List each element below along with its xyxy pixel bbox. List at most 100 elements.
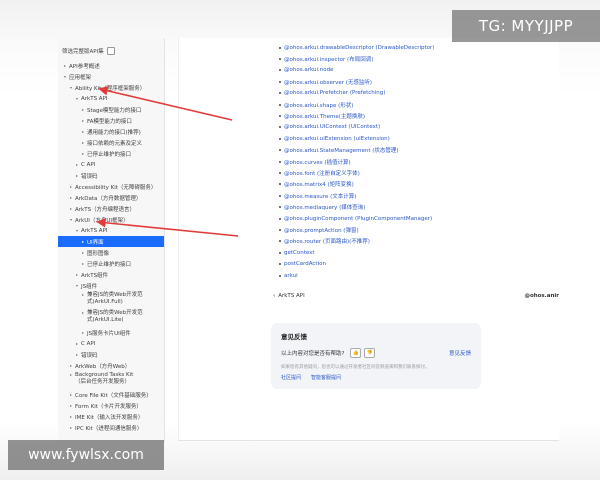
- api-link: @ohos.pluginComponent (PluginComponentMa…: [284, 215, 433, 222]
- sidebar-tree-item[interactable]: ▾ 应用框架: [58, 71, 164, 82]
- sidebar-tree-item[interactable]: ▸ Core File Kit（文件基础服务）: [58, 389, 164, 400]
- feedback-title: 意见反馈: [281, 333, 307, 341]
- api-list-item[interactable]: @ohos.arkui.uiExtension (uiExtension): [279, 133, 434, 144]
- api-list-item[interactable]: getContext: [279, 247, 434, 258]
- community-question-link[interactable]: 社区提问: [281, 374, 301, 381]
- sidebar-tree-label: Ability Kit（程序框架服务）: [75, 85, 146, 92]
- thumb-up-icon[interactable]: 👍: [350, 348, 362, 358]
- api-link: @ohos.measure (文本计算): [284, 193, 357, 200]
- api-list-item[interactable]: @ohos.arkui.UIContext (UIContext): [279, 122, 434, 133]
- api-list-item[interactable]: @ohos.matrix4 (矩阵变换): [279, 179, 434, 190]
- api-link: @ohos.mediaquery (媒体查询): [284, 205, 366, 212]
- sidebar-tree-label: 兼容JS的类Web开发范式(ArkUI.Full): [87, 292, 143, 305]
- sidebar-tree-label: UI界面: [87, 239, 104, 246]
- api-link: @ohos.arkui.inspector (布局回调): [284, 57, 374, 64]
- sidebar-tree-item[interactable]: ▸ C API: [58, 338, 164, 349]
- bullet-icon: [279, 263, 281, 266]
- sidebar-tree-item[interactable]: ▸ API参考概述: [58, 60, 164, 71]
- api-link: @ohos.matrix4 (矩阵变换): [284, 182, 354, 189]
- prev-link[interactable]: ‹ ArkTS API: [273, 293, 305, 299]
- sidebar-tree-item[interactable]: ▸ 已停止维护的接口: [58, 258, 164, 269]
- sidebar-tree-item[interactable]: ▸ C API: [58, 159, 164, 170]
- sidebar-tree-item[interactable]: ▸ 图形图像: [58, 247, 164, 258]
- api-list-item[interactable]: @ohos.mediaquery (媒体查询): [279, 201, 434, 212]
- next-link[interactable]: @ohos.anir: [524, 293, 559, 299]
- bullet-icon: [279, 206, 281, 209]
- feedback-question: 以上内容对您是否有帮助?: [281, 351, 345, 357]
- api-list-item[interactable]: @ohos.arkui.StateManagement (状态管理): [279, 145, 434, 156]
- api-list-item[interactable]: arkui: [279, 270, 434, 281]
- api-list-item[interactable]: @ohos.arkui.Theme(主题换肤): [279, 110, 434, 121]
- api-link: @ohos.arkui.drawableDescriptor (Drawable…: [284, 44, 435, 51]
- sidebar-tree-item[interactable]: ▸ 已停止维护的接口: [58, 148, 164, 159]
- api-link: @ohos.arkui.Theme(主题换肤): [284, 114, 366, 121]
- api-link: getContext: [284, 249, 315, 256]
- sidebar-tree-item[interactable]: ▸ ArkData（方舟数据管理）: [58, 192, 164, 203]
- api-list-item[interactable]: @ohos.arkui.observer (无感监听): [279, 76, 434, 87]
- sidebar-tree-label: ArkTS组件: [81, 272, 109, 279]
- sidebar-tree-label: Core File Kit（文件基础服务）: [75, 392, 152, 399]
- sidebar-tree-item[interactable]: ▸ Background Tasks Kit（后台任务开发服务）: [58, 371, 164, 389]
- sidebar-tree-item[interactable]: ▸ 兼容JS的类Web开发范式(ArkUI.Lite): [58, 309, 164, 327]
- api-list-item[interactable]: @ohos.promptAction (弹窗): [279, 224, 434, 235]
- sidebar-tree-label: 兼容JS的类Web开发范式(ArkUI.Lite): [87, 310, 143, 323]
- bullet-icon: [279, 160, 281, 163]
- sidebar-tree-item[interactable]: ▸ 通用能力的接口(推荐): [58, 126, 164, 137]
- sidebar-tree-item[interactable]: ▸ ArkTS（方舟编程语言）: [58, 203, 164, 214]
- api-list-item[interactable]: @ohos.arkui.drawableDescriptor (Drawable…: [279, 42, 434, 53]
- thumb-down-icon[interactable]: 👎: [364, 348, 376, 358]
- api-list-item[interactable]: @ohos.arkui.inspector (布局回调): [279, 53, 434, 64]
- sidebar-tree-item[interactable]: ▸ ArkWeb（方舟Web）: [58, 360, 164, 371]
- api-list: @ohos.arkui.drawableDescriptor (Drawable…: [279, 42, 434, 281]
- smart-service-link[interactable]: 智能客服提问: [311, 374, 341, 381]
- api-list-item[interactable]: @ohos.measure (文本计算): [279, 190, 434, 201]
- sidebar-tree-item[interactable]: ▸ Stage模型能力的接口: [58, 104, 164, 115]
- sidebar-tree-label: FA模型能力的接口: [87, 118, 132, 125]
- sidebar-tree-label: API参考概述: [69, 63, 100, 70]
- sidebar-tree-item[interactable]: ▸ 错误码: [58, 349, 164, 360]
- sidebar-tree-label: C API: [81, 340, 96, 347]
- feedback-panel: 意见反馈 以上内容对您是否有帮助? 👍 👎 意见反馈 如果您有其他疑问，您也可以…: [271, 323, 481, 389]
- bullet-icon: [279, 80, 281, 83]
- api-list-item[interactable]: postCardAction: [279, 258, 434, 269]
- api-list-item[interactable]: @ohos.pluginComponent (PluginComponentMa…: [279, 213, 434, 224]
- api-link: @ohos.arkui.UIContext (UIContext): [284, 124, 381, 131]
- api-list-item[interactable]: @ohos.arkui.shape (形状): [279, 99, 434, 110]
- sidebar-tree-item[interactable]: ▾ ArkUI（方舟UI框架）: [58, 214, 164, 225]
- api-link: @ohos.router (页面路由)(不推荐): [284, 239, 370, 246]
- sidebar-tree-label: 已停止维护的接口: [87, 261, 132, 268]
- api-list-item[interactable]: @ohos.arkui.Prefetcher (Prefetching): [279, 88, 434, 99]
- sidebar-tree-item[interactable]: ▸ IME Kit（输入法开发服务）: [58, 411, 164, 422]
- bullet-icon: [279, 149, 281, 152]
- filter-label: 筛选完整版API集: [62, 49, 104, 55]
- sidebar-tree-item[interactable]: ▸ 错误码: [58, 170, 164, 181]
- api-list-item[interactable]: @ohos.router (页面路由)(不推荐): [279, 236, 434, 247]
- api-list-item[interactable]: @ohos.curves (插值计算): [279, 156, 434, 167]
- feedback-link[interactable]: 意见反馈: [449, 349, 471, 357]
- sidebar-tree-item[interactable]: ▸ Form Kit（卡片开发服务）: [58, 400, 164, 411]
- sidebar-tree-item[interactable]: ▸ 兼容JS的类Web开发范式(ArkUI.Full): [58, 291, 164, 309]
- sidebar-tree-item[interactable]: ▾ Ability Kit（程序框架服务）: [58, 82, 164, 93]
- api-list-item[interactable]: @ohos.font (注册自定义字体): [279, 167, 434, 178]
- api-link: arkui: [284, 272, 298, 279]
- sidebar-tree-item[interactable]: ▸ IPC Kit（进程间通信服务）: [58, 422, 164, 433]
- sidebar-tree-item[interactable]: ▸ JS服务卡片UI组件: [58, 327, 164, 338]
- sidebar-tree-label: ArkTS（方舟编程语言）: [75, 206, 136, 213]
- sidebar-tree-item[interactable]: ▾ ArkTS API: [58, 93, 164, 104]
- api-list-item[interactable]: @ohos.arkui.node: [279, 65, 434, 76]
- sidebar-tree-item[interactable]: ▸ 接口依赖的元素及定义: [58, 137, 164, 148]
- filter-checkbox[interactable]: [106, 47, 115, 55]
- sidebar-tree-item[interactable]: ▸ ArkTS组件: [58, 269, 164, 280]
- sidebar-tree-label: 图形图像: [87, 250, 110, 257]
- api-link: @ohos.arkui.Prefetcher (Prefetching): [284, 90, 386, 97]
- sidebar-tree-item[interactable]: ▾ JS组件: [58, 280, 164, 291]
- api-link: @ohos.font (注册自定义字体): [284, 170, 360, 177]
- sidebar-tree-item[interactable]: ▸ Accessibility Kit（无障碍服务）: [58, 181, 164, 192]
- sidebar-tree-item[interactable]: ▸ UI界面: [58, 236, 164, 247]
- sidebar-tree-item[interactable]: ▾ ArkTS API: [58, 225, 164, 236]
- chevron-left-icon: ‹: [273, 293, 276, 299]
- sidebar-tree-label: Background Tasks Kit（后台任务开发服务）: [75, 372, 134, 385]
- api-link: @ohos.arkui.StateManagement (状态管理): [284, 148, 399, 155]
- sidebar-tree-item[interactable]: ▸ FA模型能力的接口: [58, 115, 164, 126]
- doc-content: @ohos.arkui.drawableDescriptor (Drawable…: [178, 38, 559, 441]
